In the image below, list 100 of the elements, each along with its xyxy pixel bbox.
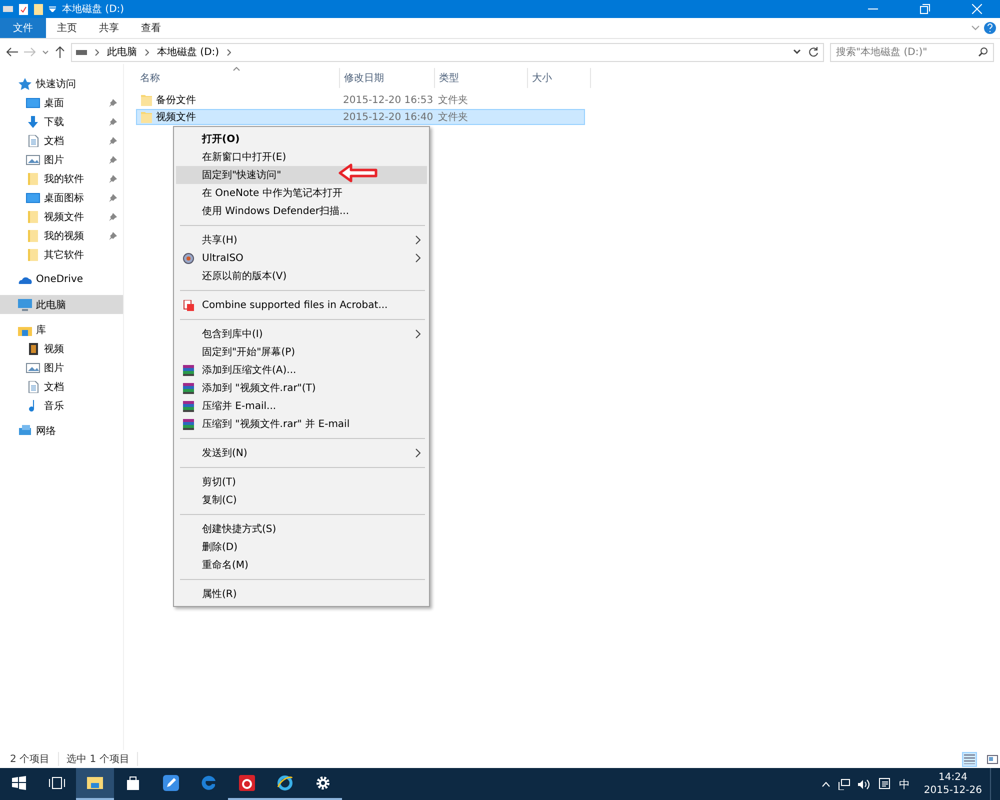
speaker-icon[interactable] [858,778,871,790]
nav-item[interactable]: 音乐 [0,396,123,415]
address-bar[interactable]: 此电脑 本地磁盘 (D:) [71,42,824,62]
input-method-indicator[interactable]: 中 [898,776,910,792]
menu-item[interactable]: 固定到"快速访问" [176,166,427,184]
network-icon[interactable] [838,778,850,790]
browser-icon[interactable] [200,774,218,792]
checklist-icon[interactable] [19,4,28,14]
menu-item[interactable]: 压缩到 "视频文件.rar" 并 E-mail [176,415,427,433]
dropdown-icon[interactable] [793,49,801,55]
ribbon-tab[interactable]: 查看 [130,18,172,38]
annotation-arrow-icon [338,163,379,183]
table-cell-text: 2015-12-20 16:53 [342,94,434,106]
chevron-right-icon [415,329,421,339]
shopping-bag-icon[interactable] [124,774,142,792]
table-cell-text: 2015-12-20 16:40 [342,112,434,122]
nav-item[interactable]: 其它软件 [0,245,123,264]
nav-item[interactable]: 网络 [0,421,123,440]
menu-item[interactable]: Combine supported files in Acrobat... [176,296,427,314]
film-icon [26,342,40,354]
ribbon-tab[interactable]: 共享 [88,18,130,38]
nav-item[interactable]: 桌面图标 [0,188,123,207]
column-header[interactable]: 名称 [136,68,340,88]
nav-item[interactable]: 此电脑 [0,295,123,314]
clock[interactable]: 14:24 2015-12-26 [924,771,982,797]
file-row[interactable]: 备份文件 2015-12-20 16:53 文件夹 [136,92,585,108]
menu-item[interactable]: 创建快捷方式(S) [176,520,427,538]
nav-item[interactable]: 视频文件 [0,207,123,226]
books-icon [183,400,194,412]
menu-item[interactable]: 共享(H) [176,231,427,249]
download-icon [26,116,40,128]
menu-item[interactable]: 剪切(T) [176,473,427,491]
music-app-icon[interactable] [238,774,256,792]
menu-item[interactable]: 包含到库中(I) [176,325,427,343]
restore-icon[interactable] [920,4,930,14]
menu-item[interactable]: UltraISO [176,249,427,267]
nav-item[interactable]: 我的视频 [0,226,123,245]
taskbar-app[interactable] [76,768,114,800]
nav-item[interactable]: 视频 [0,339,123,358]
menu-item[interactable]: 还原以前的版本(V) [176,267,427,285]
chevron-right-icon[interactable] [227,48,232,56]
refresh-icon[interactable] [809,47,819,57]
menu-item[interactable]: 使用 Windows Defender扫描... [176,202,427,220]
status-text: 选中 1 个项目 [66,752,138,766]
document-icon [26,380,40,392]
chevron-right-icon [415,448,421,458]
ribbon-tab[interactable]: 主页 [46,18,88,38]
details-view-button[interactable] [962,752,977,766]
search-icon [978,47,988,57]
menu-item[interactable]: 添加到压缩文件(A)... [176,361,427,379]
file-row[interactable]: 视频文件 2015-12-20 16:40 文件夹 [136,109,585,125]
menu-item[interactable]: 发送到(N) [176,444,427,462]
pin-icon [109,194,117,202]
nav-item[interactable]: 桌面 [0,93,123,112]
browser-icon[interactable] [276,774,294,792]
menu-item[interactable]: 复制(C) [176,491,427,509]
pin-icon [109,98,117,106]
nav-item[interactable]: 文档 [0,131,123,150]
up-arrow-icon[interactable] [55,46,65,58]
network-icon [18,424,32,436]
desktop-icon [26,192,40,204]
column-header[interactable]: 修改日期 [340,68,435,88]
menu-item[interactable]: 打开(O) [176,130,427,148]
nav-item[interactable]: OneDrive [0,270,123,289]
star-icon [18,78,32,90]
folder-icon[interactable] [86,774,104,792]
notification-icon[interactable] [878,778,891,790]
menu-item[interactable]: 在新窗口中打开(E) [176,148,427,166]
nav-item[interactable]: 图片 [0,358,123,377]
nav-item[interactable]: 库 [0,320,123,339]
menu-item[interactable]: 压缩并 E-mail... [176,397,427,415]
column-header[interactable]: 大小 [528,68,591,88]
menu-item[interactable]: 重命名(M) [176,556,427,574]
breadcrumb[interactable]: 此电脑 [107,45,137,59]
close-icon[interactable] [972,4,982,14]
folder-icon [141,111,152,123]
file-name: 视频文件 [156,110,196,124]
nav-item[interactable]: 下载 [0,112,123,131]
nav-item[interactable]: 图片 [0,150,123,169]
menu-item[interactable]: 属性(R) [176,585,427,603]
search-field[interactable]: 搜索"本地磁盘 (D:)" [830,42,994,62]
menu-item[interactable]: 固定到"开始"屏幕(P) [176,343,427,361]
breadcrumb[interactable]: 本地磁盘 (D:) [157,45,220,59]
pen-icon[interactable] [162,774,180,792]
settings-icon[interactable] [314,774,332,792]
chevron-right-icon[interactable] [95,48,99,56]
nav-item[interactable]: 我的软件 [0,169,123,188]
nav-item[interactable]: 文档 [0,377,123,396]
folder-icon[interactable] [34,4,43,14]
nav-item[interactable]: 快速访问 [0,74,123,93]
menu-item[interactable]: 在 OneNote 中作为笔记本打开 [176,184,427,202]
menu-item[interactable]: 删除(D) [176,538,427,556]
chevron-right-icon[interactable] [145,48,149,56]
menu-item[interactable]: 添加到 "视频文件.rar"(T) [176,379,427,397]
column-header[interactable]: 类型 [435,68,528,88]
chevron-up-icon[interactable] [822,782,830,786]
back-arrow-icon[interactable] [6,47,18,57]
books-icon [183,418,194,430]
task-view-icon [48,777,66,789]
file-menu-tab[interactable]: 文件 [0,18,46,38]
